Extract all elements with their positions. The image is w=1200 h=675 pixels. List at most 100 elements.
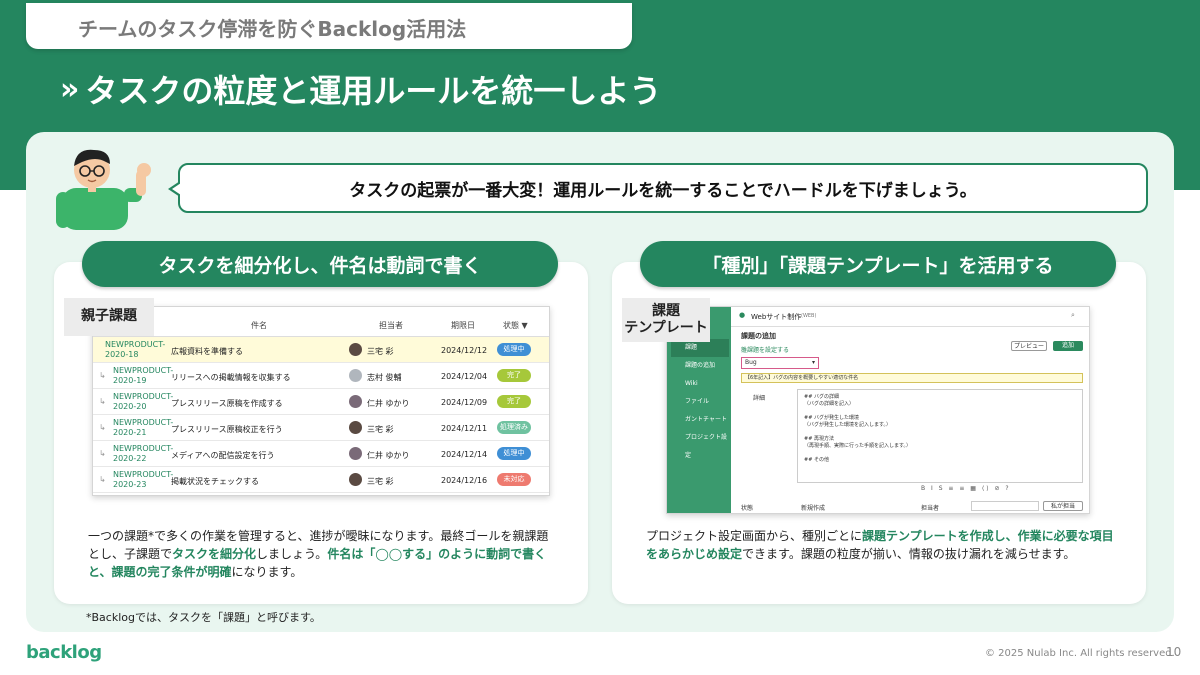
left-description: 一つの課題*で多くの作業を管理すると、進捗が曖昧になります。最終ゴールを親課題と… xyxy=(88,527,558,581)
issue-assignee: 三宅 彩 xyxy=(367,347,394,356)
status-badge: 処理中 xyxy=(497,343,531,356)
issue-template-screenshot: ☰ 課題 課題の追加 Wiki ファイル ガントチャート プロジェクト設定 ● … xyxy=(666,306,1090,514)
issue-key[interactable]: NEWPRODUCT-2020-18 xyxy=(105,340,167,359)
project-name[interactable]: Webサイト制作 xyxy=(751,312,801,322)
issue-subject[interactable]: メディアへの配信設定を行う xyxy=(171,450,274,461)
sidebar-item-files[interactable]: ファイル xyxy=(671,393,729,411)
issue-key[interactable]: NEWPRODUCT-2020-19 xyxy=(113,366,175,385)
table-row[interactable]: ↳ NEWPRODUCT-2020-21 プレスリリース原稿校正を行う 三宅 彩… xyxy=(93,415,549,441)
page-number: 10 xyxy=(1166,645,1182,659)
table-row[interactable]: ↳ NEWPRODUCT-2020-20 プレスリリース原稿を作成する 仁井 ゆ… xyxy=(93,389,549,415)
table-row[interactable]: NEWPRODUCT-2020-18 広報資料を準備する 三宅 彩 2024/1… xyxy=(93,337,549,363)
sidebar-item-gantt[interactable]: ガントチャート xyxy=(671,411,729,429)
avatar xyxy=(349,395,362,408)
right-card-heading: 「種別」「課題テンプレート」を活用する xyxy=(640,241,1116,287)
avatar xyxy=(349,473,362,486)
project-globe-icon: ● xyxy=(739,311,746,319)
avatar xyxy=(349,421,362,434)
child-arrow-icon: ↳ xyxy=(99,371,106,380)
issue-subject[interactable]: 掲載状況をチェックする xyxy=(171,476,259,487)
presenter-illustration xyxy=(56,149,151,230)
issue-subject[interactable]: 広報資料を準備する xyxy=(171,346,243,357)
chevron-down-icon: ▾ xyxy=(811,359,815,366)
tag-line-1: 課題 xyxy=(652,302,680,319)
issue-key[interactable]: NEWPRODUCT-2020-22 xyxy=(113,444,175,463)
left-desc-part-3: になります。 xyxy=(231,565,303,579)
issue-key[interactable]: NEWPRODUCT-2020-21 xyxy=(113,418,175,437)
detail-textarea[interactable]: ## バグの詳細 （バグの詳細を記入） ## バグが発生した環境 （バグが発生し… xyxy=(797,389,1083,483)
template-line: ## 再現方法 xyxy=(804,436,834,442)
template-link[interactable]: 雛課題を設定する xyxy=(741,345,789,354)
template-line: ## その他 xyxy=(804,457,829,463)
tag-line-2: テンプレート xyxy=(624,320,708,336)
issue-key[interactable]: NEWPRODUCT-2020-20 xyxy=(113,392,175,411)
page-title-text: タスクの粒度と運用ルールを統一しよう xyxy=(85,72,662,110)
parent-child-issue-screenshot: 件名 担当者 期限日 状態 ▼ NEWPRODUCT-2020-18 広報資料を… xyxy=(92,306,550,496)
status-value: 新規作成 xyxy=(801,505,826,512)
status-label: 状態 xyxy=(741,505,754,512)
avatar xyxy=(349,447,362,460)
parent-child-tag: 親子課題 xyxy=(64,298,154,336)
status-badge: 完了 xyxy=(497,369,531,382)
add-button[interactable]: 追加 xyxy=(1053,341,1083,351)
issue-assignee: 仁井 ゆかり xyxy=(367,399,410,408)
preview-button[interactable]: プレビュー xyxy=(1011,341,1047,351)
left-card-heading: タスクを細分化し、件名は動詞で書く xyxy=(82,241,558,287)
assign-to-me-button[interactable]: 私が担当 xyxy=(1043,501,1083,511)
page-title: » タスクの粒度と運用ルールを統一しよう xyxy=(60,66,661,112)
copyright: © 2025 Nulab Inc. All rights reserved. xyxy=(985,648,1175,659)
left-desc-highlight-1: タスクを細分化 xyxy=(172,547,257,561)
status-badge: 完了 xyxy=(497,395,531,408)
right-desc-part-1: プロジェクト設定画面から、種別ごとに xyxy=(646,529,863,543)
issue-assignee: 三宅 彩 xyxy=(367,425,394,434)
footnote: *Backlogでは、タスクを「課題」と呼びます。 xyxy=(86,611,321,624)
avatar xyxy=(349,343,362,356)
kicker-tab: チームのタスク停滞を防ぐBacklog活用法 xyxy=(26,3,632,49)
summary-field[interactable]: 【6年記入】バグの内容を概要しやすい適切な件名 xyxy=(741,373,1083,383)
right-desc-part-2: できます。課題の粒度が揃い、情報の抜け漏れを減らせます。 xyxy=(742,547,1076,561)
issue-type-value: Bug xyxy=(745,359,757,366)
column-subject: 件名 xyxy=(251,321,267,330)
issue-subject[interactable]: リリースへの掲載情報を収集する xyxy=(171,372,291,383)
issue-key[interactable]: NEWPRODUCT-2020-23 xyxy=(113,470,175,489)
template-line: ## バグが発生した環境 xyxy=(804,415,859,421)
issue-assignee: 志村 俊輔 xyxy=(367,373,402,382)
issue-type-select[interactable]: Bug ▾ xyxy=(741,357,819,369)
issue-due-date: 2024/12/16 xyxy=(441,476,488,485)
table-row[interactable]: ↳ NEWPRODUCT-2020-22 メディアへの配信設定を行う 仁井 ゆか… xyxy=(93,441,549,467)
kicker-text: チームのタスク停滞を防ぐBacklog活用法 xyxy=(78,17,467,41)
status-badge: 処理済み xyxy=(497,421,531,434)
child-arrow-icon: ↳ xyxy=(99,397,106,406)
formatting-toolbar[interactable]: B I S ≡ ≡ ▦ ⟨⟩ ⊘ ? xyxy=(921,485,1011,492)
left-desc-part-2: しましょう。 xyxy=(256,547,328,561)
template-line: （再現手順、実際に行った手順を記入します。） xyxy=(804,443,912,449)
project-key: (WEB) xyxy=(801,313,817,319)
table-header: 件名 担当者 期限日 状態 ▼ xyxy=(93,315,549,337)
form-heading: 課題の追加 xyxy=(741,332,776,340)
issue-due-date: 2024/12/04 xyxy=(441,372,488,381)
sidebar-item-wiki[interactable]: Wiki xyxy=(671,375,729,393)
template-line xyxy=(804,429,1076,436)
issue-due-date: 2024/12/12 xyxy=(441,346,488,355)
column-due: 期限日 xyxy=(451,321,475,330)
sidebar-item-add-issue[interactable]: 課題の追加 xyxy=(671,357,729,375)
issue-due-date: 2024/12/09 xyxy=(441,398,488,407)
issue-subject[interactable]: プレスリリース原稿を作成する xyxy=(171,398,283,409)
template-line: （バグが発生した環境を記入します。） xyxy=(804,422,892,428)
template-line: ## バグの詳細 xyxy=(804,394,839,400)
table-row[interactable]: ↳ NEWPRODUCT-2020-19 リリースへの掲載情報を収集する 志村 … xyxy=(93,363,549,389)
speech-bubble: タスクの起票が一番大変！運用ルールを統一することでハードルを下げましょう。 xyxy=(168,163,1148,213)
issue-assignee: 仁井 ゆかり xyxy=(367,451,410,460)
search-icon[interactable]: ⌕ xyxy=(1071,311,1075,320)
child-arrow-icon: ↳ xyxy=(99,423,106,432)
table-row[interactable]: ↳ NEWPRODUCT-2020-23 掲載状況をチェックする 三宅 彩 20… xyxy=(93,467,549,493)
chevron-double-right-icon: » xyxy=(60,71,80,107)
column-assignee: 担当者 xyxy=(379,321,403,330)
sidebar-item-project-settings[interactable]: プロジェクト設定 xyxy=(671,429,729,459)
issue-subject[interactable]: プレスリリース原稿校正を行う xyxy=(171,424,283,435)
assignee-label: 担当者 xyxy=(921,505,940,512)
issue-due-date: 2024/12/11 xyxy=(441,424,488,433)
speech-text: タスクの起票が一番大変！運用ルールを統一することでハードルを下げましょう。 xyxy=(349,180,977,201)
assignee-select[interactable] xyxy=(971,501,1039,511)
backlog-logo: backlog xyxy=(26,642,102,663)
